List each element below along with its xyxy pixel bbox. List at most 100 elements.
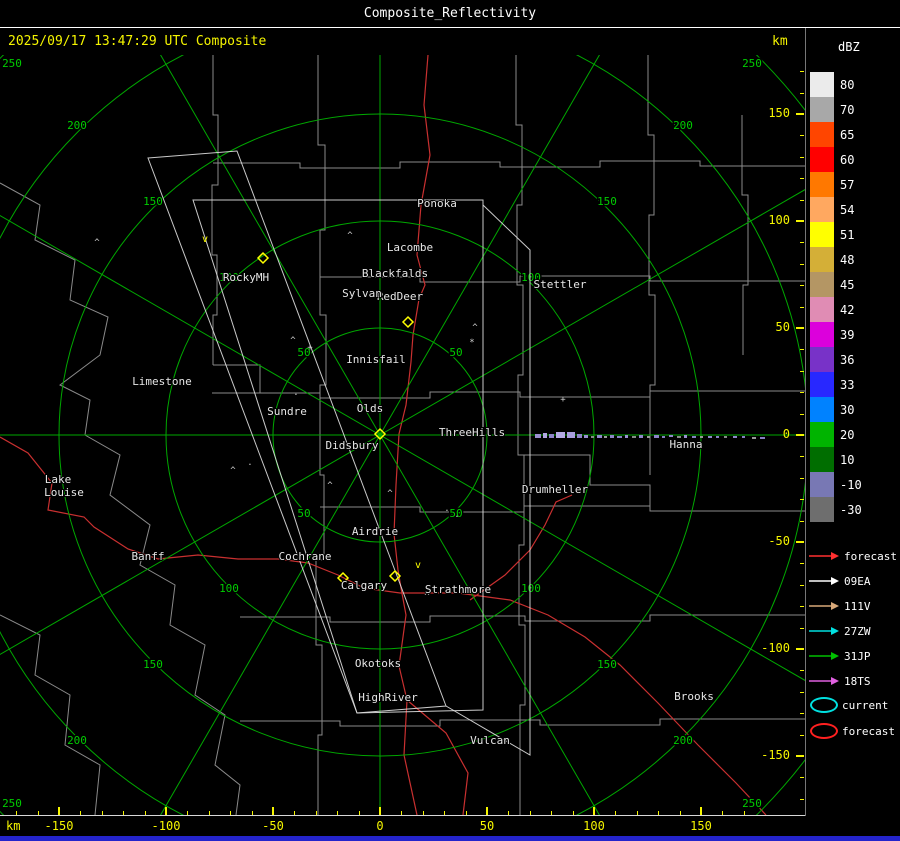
radar-map-area[interactable]: 50 100 150 200 250 50 100 150 200 250 50 100 150 200 2…	[0, 55, 805, 816]
bottom-axis-tick-label: -150	[44, 819, 74, 833]
bottom-axis-tick-label: 50	[479, 819, 495, 833]
colorbar-level: 57	[810, 172, 862, 197]
window-title-bar: Composite_Reflectivity	[0, 0, 900, 28]
range-label: 150	[143, 658, 163, 671]
city-label: Banff	[131, 550, 164, 563]
precip-echo	[625, 435, 628, 438]
precip-echo	[591, 436, 594, 438]
radar-display[interactable]: 5010015020025050100150200250501001502002…	[0, 55, 805, 815]
legend-label: 111V	[844, 600, 871, 613]
city-label: Limestone	[132, 375, 192, 388]
arrow-glyph	[809, 677, 839, 685]
city-label: Drumheller	[522, 483, 589, 496]
station-arrow-marker: v	[415, 560, 421, 571]
range-label: 50	[297, 507, 310, 520]
precip-echo	[610, 435, 614, 438]
precip-echo	[752, 437, 756, 439]
arrow-glyph	[809, 577, 839, 585]
timestamp-product-label: 2025/09/17 13:47:29 UTC Composite	[8, 34, 267, 49]
colorbar-value-label: 57	[840, 177, 855, 192]
range-label: 100	[521, 582, 541, 595]
range-label: 250	[2, 57, 22, 70]
colorbar-level: 30	[810, 397, 862, 422]
legend-row: current	[808, 692, 895, 718]
legend-row: 18TS	[808, 669, 897, 694]
town-marker: ^	[327, 481, 333, 491]
bottom-axis-tick-label: 150	[690, 819, 712, 833]
colorbar-swatch	[810, 397, 834, 422]
town-marker: .	[454, 510, 459, 520]
county-boundary	[240, 614, 805, 623]
legend-row: 27ZW	[808, 619, 897, 644]
range-label: 150	[597, 195, 617, 208]
colorbar-value-label: 45	[840, 277, 855, 292]
colorbar-swatch	[810, 172, 834, 197]
precip-echo	[543, 433, 547, 438]
precip-echo	[584, 435, 588, 438]
colorbar-level: 80	[810, 72, 862, 97]
legend-row: 111V	[808, 594, 897, 619]
city-label: Didsbury	[326, 439, 379, 452]
colorbar-swatch	[810, 347, 834, 372]
city-label: Sundre	[267, 405, 307, 418]
colorbar-value-label: 33	[840, 377, 855, 392]
colorbar-swatch	[810, 72, 834, 97]
city-label: RockyMH	[223, 271, 269, 284]
city-label: RedDeer	[377, 290, 424, 303]
town-marker: .	[247, 458, 252, 468]
town-marker: ^	[94, 238, 100, 248]
colorbar-value-label: 60	[840, 152, 855, 167]
colorbar-level: 33	[810, 372, 862, 397]
city-label: Brooks	[674, 690, 714, 703]
colorbar-swatch	[810, 247, 834, 272]
arrow-icon	[808, 622, 840, 641]
legend-row: 31JP	[808, 644, 897, 669]
colorbar-swatch	[810, 147, 834, 172]
arrow-icon	[808, 672, 840, 691]
colorbar-swatch	[810, 197, 834, 222]
colorbar-value-label: 36	[840, 352, 855, 367]
colorbar-value-label: 70	[840, 102, 855, 117]
colorbar-value-label: 42	[840, 302, 855, 317]
status-header: 2025/09/17 13:47:29 UTC Composite km	[0, 28, 805, 55]
precip-echo	[639, 435, 643, 438]
range-label: 200	[673, 119, 693, 132]
legend-label: 09EA	[844, 575, 871, 588]
city-label: Innisfail	[346, 353, 406, 366]
city-label: Lacombe	[387, 241, 433, 254]
precip-echo	[556, 432, 565, 438]
legend-row: forecast	[808, 544, 897, 569]
range-label: 100	[219, 582, 239, 595]
city-label: Ponoka	[417, 197, 457, 210]
county-boundary	[320, 505, 805, 513]
colorbar-swatch	[810, 472, 834, 497]
bottom-axis-tick-label: 0	[376, 819, 384, 833]
town-marker: +	[560, 395, 566, 405]
legend-label: forecast	[842, 724, 895, 738]
precip-echo	[724, 436, 727, 438]
city-label: Cochrane	[279, 550, 332, 563]
bottom-axis-tick-label: -50	[262, 819, 284, 833]
county-boundary	[212, 390, 805, 399]
colorbar-level: 20	[810, 422, 862, 447]
radar-site-marker	[401, 315, 415, 329]
bottom-axis-unit-label: km	[6, 819, 21, 833]
bottom-axis-tick-label: -100	[151, 819, 181, 833]
reflectivity-colorbar: 80 70 65 60 57 54 51 48 45 42 39 36 33 30 20 10 -10 -30	[810, 72, 862, 522]
city-label: Hanna	[669, 438, 702, 451]
arrow-icon	[808, 597, 840, 616]
arrow-icon	[808, 647, 840, 666]
colorbar-level: 45	[810, 272, 862, 297]
city-label: Louise	[44, 486, 84, 499]
precip-echo	[567, 432, 575, 438]
bottom-scrollbar[interactable]	[0, 836, 900, 841]
arrow-glyph	[809, 627, 839, 635]
arrow-glyph	[809, 602, 839, 610]
legend-label: 27ZW	[844, 625, 871, 638]
colorbar-level: 39	[810, 322, 862, 347]
colorbar-swatch	[810, 447, 834, 472]
county-boundary	[213, 160, 805, 169]
county-boundary	[0, 182, 241, 815]
colorbar-level: 48	[810, 247, 862, 272]
range-label: 250	[742, 57, 762, 70]
